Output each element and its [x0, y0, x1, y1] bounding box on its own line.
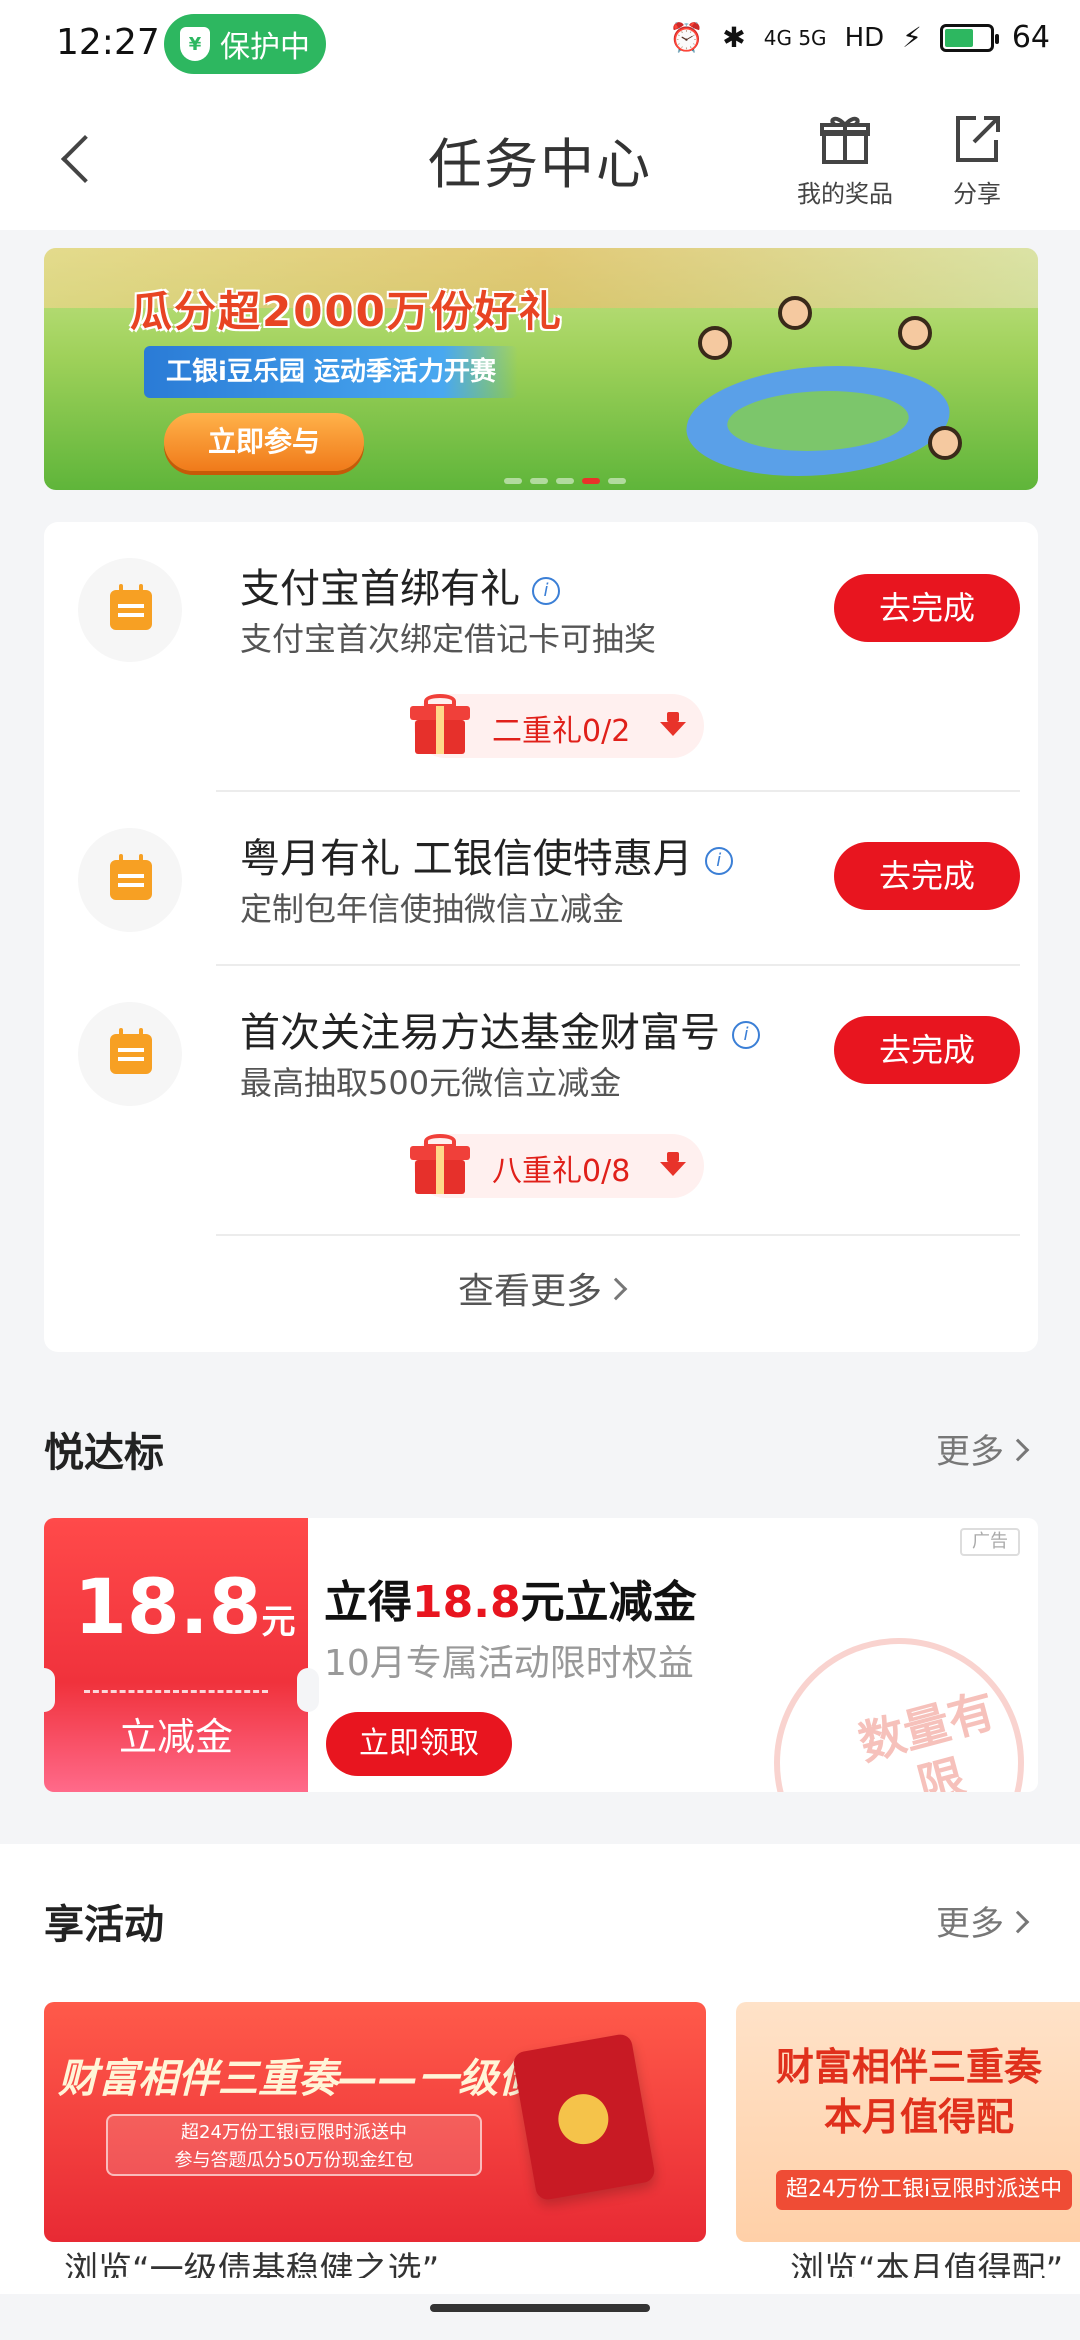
section-more-link[interactable]: 更多	[936, 1896, 1030, 1945]
activity-title: 财富相伴三重奏 本月值得配	[776, 2045, 1043, 2139]
alarm-icon: ⏰	[669, 21, 705, 54]
activity-carousel: 财富相伴三重奏——一级债基 超24万份工银i豆限时派送中 参与答题瓜分50万份现…	[0, 1988, 1080, 2278]
limited-stamp: 数量有限	[774, 1638, 1024, 1792]
banner-pagination	[504, 478, 626, 484]
section-more-link[interactable]: 更多	[936, 1424, 1030, 1473]
battery-level: 64	[1011, 20, 1050, 55]
status-time: 12:27	[56, 22, 160, 63]
chevron-right-icon	[1006, 1438, 1030, 1461]
nav-header: 任务中心 我的奖品 分享	[0, 90, 1080, 230]
home-indicator[interactable]	[430, 2304, 650, 2312]
coupon-subtitle: 10月专属活动限时权益	[324, 1643, 694, 1684]
task-title: 粤月有礼 工银信使特惠月 i	[240, 826, 733, 884]
info-icon[interactable]: i	[704, 847, 733, 875]
page-title: 任务中心	[428, 133, 652, 196]
section-header-activities: 享活动 更多	[44, 1884, 1038, 1954]
coupon-amount-panel: 18.8元 立减金	[44, 1518, 308, 1792]
gift-progress-label: 八重礼0/8	[492, 1154, 631, 1189]
task-desc: 支付宝首次绑定借记卡可抽奖	[240, 620, 657, 658]
banner-subline: 工银i豆乐园 运动季活力开赛	[144, 346, 518, 398]
activity-title: 财富相伴三重奏——一级债基	[58, 2056, 578, 2102]
claim-coupon-button[interactable]: 立即领取	[326, 1712, 512, 1776]
activity-caption: 浏览“本月值得配”	[790, 2250, 1064, 2278]
activity-card[interactable]: 财富相伴三重奏——一级债基 超24万份工银i豆限时派送中 参与答题瓜分50万份现…	[44, 2002, 706, 2242]
gift-progress-label: 二重礼0/2	[492, 714, 631, 749]
divider	[216, 1234, 1020, 1236]
chevron-right-icon	[1006, 1910, 1030, 1933]
see-more-button[interactable]: 查看更多	[44, 1262, 1038, 1314]
banner-headline: 瓜分超2000万份好礼	[130, 287, 563, 336]
share-icon	[950, 112, 1004, 166]
task-title: 首次关注易方达基金财富号 i	[240, 1000, 760, 1058]
activity-subtitle: 超24万份工银i豆限时派送中 参与答题瓜分50万份现金红包	[106, 2114, 482, 2176]
red-envelope-icon	[511, 2032, 657, 2202]
gift-icon	[818, 112, 872, 166]
chevron-right-icon	[604, 1277, 628, 1301]
shield-icon: ¥	[180, 27, 210, 61]
coupon-amount: 18.8元	[74, 1562, 296, 1651]
section-header-yue-da-biao: 悦达标 更多	[44, 1412, 1038, 1482]
activity-caption: 浏览“一级债基稳健之选”	[64, 2250, 440, 2278]
promo-banner[interactable]: 瓜分超2000万份好礼 工银i豆乐园 运动季活力开赛 立即参与	[44, 248, 1038, 490]
divider	[216, 964, 1020, 966]
calendar-icon	[78, 828, 182, 932]
share-button[interactable]: 分享	[942, 112, 1012, 209]
activity-subtitle: 超24万份工银i豆限时派送中	[776, 2170, 1073, 2210]
battery-icon	[939, 23, 999, 52]
my-prizes-label: 我的奖品	[797, 180, 893, 208]
status-icons: ⏰ ✱ 4G 5G HD ⚡ 64	[669, 20, 1050, 55]
hd-label: HD	[844, 22, 885, 53]
task-center-page: 12:27 ¥ 保护中 ⏰ ✱ 4G 5G HD ⚡ 64 任务中心 我的奖品 …	[0, 0, 1080, 2340]
gift-icon	[410, 692, 470, 754]
ad-badge: 广告	[960, 1528, 1020, 1556]
task-desc: 定制包年信使抽微信立减金	[240, 890, 625, 928]
down-arrow-icon	[660, 1152, 686, 1178]
signal-icon: 4G 5G	[763, 25, 827, 50]
gift-progress-badge[interactable]: 二重礼0/2	[410, 694, 704, 758]
task-desc: 最高抽取500元微信立减金	[240, 1064, 622, 1102]
gift-icon	[410, 1132, 470, 1194]
banner-join-button[interactable]: 立即参与	[164, 413, 364, 471]
complete-task-button[interactable]: 去完成	[834, 842, 1020, 910]
coupon-card[interactable]: 18.8元 立减金 数量有限 广告 立得18.8元立减金 10月专属活动限时权益…	[44, 1518, 1038, 1792]
complete-task-button[interactable]: 去完成	[834, 574, 1020, 642]
my-prizes-button[interactable]: 我的奖品	[790, 112, 900, 209]
share-label: 分享	[953, 180, 1001, 208]
protection-badge[interactable]: ¥ 保护中	[164, 14, 326, 74]
section-title: 享活动	[44, 1902, 164, 1948]
charging-icon: ⚡	[902, 21, 922, 54]
activity-card[interactable]: 财富相伴三重奏 本月值得配 超24万份工银i豆限时派送中	[736, 2002, 1080, 2242]
sports-illustration	[667, 286, 969, 476]
info-icon[interactable]: i	[732, 1021, 760, 1049]
coupon-title: 立得18.8元立减金	[324, 1577, 697, 1628]
status-bar: 12:27 ¥ 保护中 ⏰ ✱ 4G 5G HD ⚡ 64	[0, 0, 1080, 90]
complete-task-button[interactable]: 去完成	[834, 1016, 1020, 1084]
info-icon[interactable]: i	[532, 577, 560, 605]
bluetooth-icon: ✱	[722, 21, 746, 54]
task-title: 支付宝首绑有礼 i	[240, 556, 560, 614]
calendar-icon	[78, 558, 182, 662]
protection-label: 保护中	[220, 30, 310, 65]
divider	[216, 790, 1020, 792]
section-title: 悦达标	[44, 1430, 164, 1476]
gift-progress-badge[interactable]: 八重礼0/8	[410, 1134, 704, 1198]
task-list-card: 支付宝首绑有礼 i 支付宝首次绑定借记卡可抽奖 去完成 二重礼0/2 粤月有礼 工…	[44, 522, 1038, 1352]
down-arrow-icon	[660, 712, 686, 738]
coupon-kind: 立减金	[118, 1715, 233, 1759]
calendar-icon	[78, 1002, 182, 1106]
